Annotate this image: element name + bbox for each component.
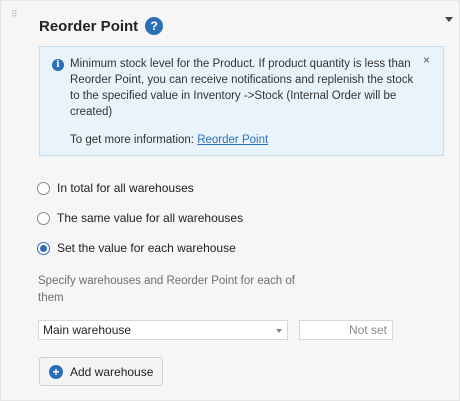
info-text: Minimum stock level for the Product. If … <box>70 58 414 118</box>
help-icon[interactable]: ? <box>145 17 164 35</box>
info-box: i × Minimum stock level for the Product.… <box>39 46 444 156</box>
radio-button[interactable] <box>37 181 50 195</box>
option-label: In total for all warehouses <box>57 181 194 195</box>
option-total-all[interactable]: In total for all warehouses <box>37 181 194 195</box>
info-icon: i <box>52 59 64 71</box>
info-more-line: To get more information: Reorder Point <box>70 134 268 146</box>
radio-button-selected[interactable] <box>37 241 50 255</box>
add-warehouse-label: Add warehouse <box>70 364 154 379</box>
collapse-caret-icon[interactable] <box>445 17 453 22</box>
option-same-value[interactable]: The same value for all warehouses <box>37 211 243 225</box>
warehouse-select[interactable]: Main warehouse <box>38 320 288 340</box>
close-icon[interactable]: × <box>423 53 430 67</box>
hint-text: Specify warehouses and Reorder Point for… <box>38 275 295 304</box>
option-each-warehouse[interactable]: Set the value for each warehouse <box>37 241 236 255</box>
chevron-down-icon <box>276 329 282 333</box>
radio-button[interactable] <box>37 211 50 225</box>
option-label: The same value for all warehouses <box>57 211 244 225</box>
reorder-point-input[interactable] <box>299 320 393 340</box>
plus-circle-icon: + <box>49 364 63 379</box>
panel-title: Reorder Point <box>39 17 139 35</box>
reorder-point-panel: ⠿ Reorder Point ? i × Minimum stock leve… <box>0 0 460 401</box>
warehouse-selected-value: Main warehouse <box>43 323 132 337</box>
reorder-point-link[interactable]: Reorder Point <box>197 134 268 146</box>
option-label: Set the value for each warehouse <box>57 241 236 255</box>
drag-handle-icon[interactable]: ⠿ <box>11 10 18 19</box>
add-warehouse-button[interactable]: + Add warehouse <box>39 357 163 386</box>
panel-header: Reorder Point ? <box>39 17 164 35</box>
info-more-prefix: To get more information: <box>70 134 198 146</box>
